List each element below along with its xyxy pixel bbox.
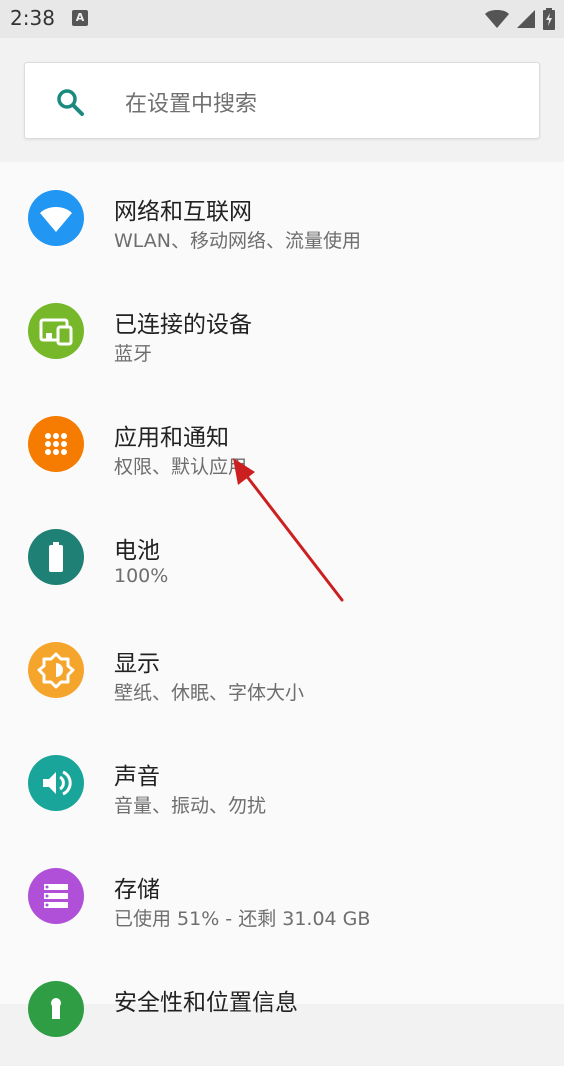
item-subtitle: 100% [114,565,169,587]
settings-item-security-location[interactable]: 安全性和位置信息 [0,953,564,1066]
lock-icon [28,981,84,1037]
item-subtitle: 已使用 51% - 还剩 31.04 GB [114,908,371,930]
cell-signal-icon [517,10,535,28]
item-title: 已连接的设备 [114,312,252,338]
search-placeholder: 在设置中搜索 [125,92,258,117]
status-time: 2:38 [10,6,55,30]
volume-icon [28,755,84,811]
item-title: 电池 [114,538,160,564]
search-icon [57,89,84,116]
search-area: 在设置中搜索 [0,38,564,162]
settings-item-battery[interactable]: 电池 100% [0,501,564,614]
battery-icon [28,529,84,585]
settings-item-display[interactable]: 显示 壁纸、休眠、字体大小 [0,614,564,727]
item-title: 网络和互联网 [114,199,252,225]
settings-item-network[interactable]: 网络和互联网 WLAN、移动网络、流量使用 [0,162,564,275]
search-input[interactable]: 在设置中搜索 [24,62,540,139]
item-title: 应用和通知 [114,425,229,451]
item-title: 存储 [114,877,160,903]
battery-charging-icon [543,8,555,30]
status-bar: 2:38 A [0,0,564,38]
notification-a-icon: A [72,10,88,26]
apps-grid-icon [28,416,84,472]
item-title: 显示 [114,651,160,677]
wifi-icon [28,190,84,246]
settings-item-sound[interactable]: 声音 音量、振动、勿扰 [0,727,564,840]
item-title: 声音 [114,764,160,790]
item-subtitle: 音量、振动、勿扰 [114,795,267,817]
brightness-icon [28,642,84,698]
status-icons [484,8,556,30]
devices-icon [28,303,84,359]
item-subtitle: 权限、默认应用 [114,456,248,478]
item-subtitle: 蓝牙 [114,343,153,365]
settings-item-connected-devices[interactable]: 已连接的设备 蓝牙 [0,275,564,388]
settings-item-storage[interactable]: 存储 已使用 51% - 还剩 31.04 GB [0,840,564,953]
wifi-signal-icon [485,10,509,28]
item-title: 安全性和位置信息 [114,990,298,1016]
item-subtitle: 壁纸、休眠、字体大小 [114,682,305,704]
storage-icon [28,868,84,924]
settings-list: 网络和互联网 WLAN、移动网络、流量使用 已连接的设备 蓝牙 应用和通知 权限… [0,162,564,1037]
settings-item-apps-notifications[interactable]: 应用和通知 权限、默认应用 [0,388,564,501]
item-subtitle: WLAN、移动网络、流量使用 [114,230,362,252]
